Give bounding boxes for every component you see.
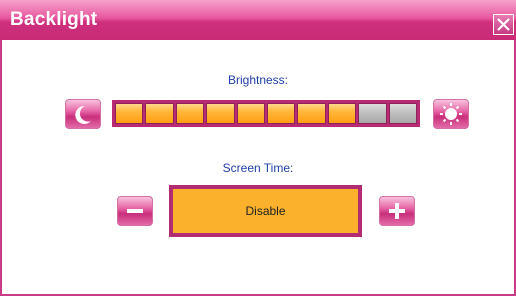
brightness-segment-active[interactable]: [327, 103, 357, 124]
screen-time-label: Screen Time:: [222, 161, 294, 175]
minus-icon: [127, 209, 143, 213]
close-icon: [497, 18, 510, 31]
brightness-segment-active[interactable]: [175, 103, 205, 124]
screen-time-decrease-button[interactable]: [117, 196, 153, 226]
backlight-dialog: Backlight Brightness: Screen Time: Disab…: [0, 0, 516, 296]
close-button[interactable]: [493, 14, 514, 35]
title-bar: Backlight: [0, 0, 516, 40]
brightness-segment-active[interactable]: [145, 103, 174, 124]
brightness-slider[interactable]: [112, 100, 420, 127]
brightness-label: Brightness:: [227, 73, 289, 87]
brightness-segment-active[interactable]: [267, 103, 296, 124]
brightness-segment-active[interactable]: [297, 103, 326, 124]
brightness-segment-active[interactable]: [206, 103, 235, 124]
brightness-segment-inactive[interactable]: [388, 103, 418, 124]
brightness-decrease-button[interactable]: [65, 99, 101, 129]
window-title: Backlight: [10, 9, 98, 30]
plus-icon: [389, 203, 405, 219]
brightness-segment-active[interactable]: [236, 103, 266, 124]
screen-time-increase-button[interactable]: [379, 196, 415, 226]
screen-time-value: Disable: [173, 189, 358, 233]
screen-time-value-box[interactable]: Disable: [169, 185, 362, 237]
brightness-increase-button[interactable]: [433, 99, 469, 129]
moon-icon: [75, 105, 91, 124]
brightness-segment-active[interactable]: [115, 103, 144, 124]
brightness-segment-inactive[interactable]: [358, 103, 387, 124]
sun-icon: [440, 103, 462, 125]
